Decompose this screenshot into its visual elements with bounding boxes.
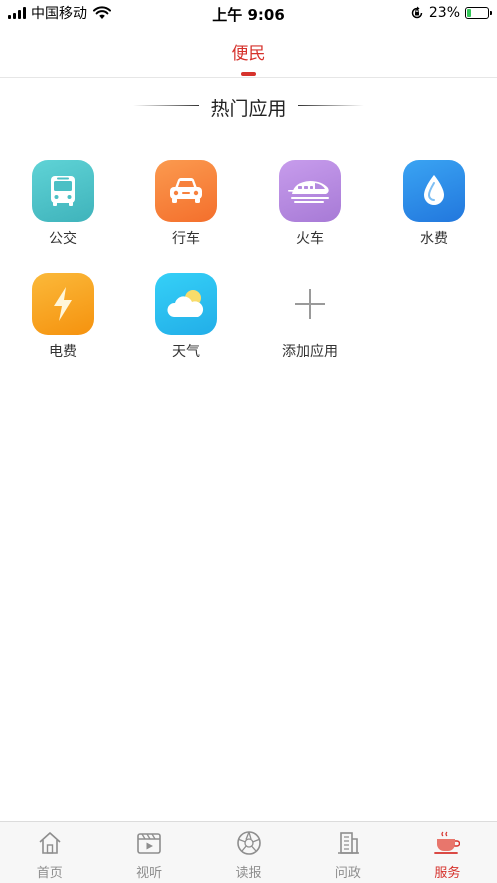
- nav-item-service[interactable]: 服务: [398, 822, 497, 883]
- section-title: 热门应用: [210, 98, 287, 120]
- nav-label: 读报: [235, 866, 262, 881]
- nav-item-politics[interactable]: 问政: [298, 822, 397, 883]
- app-train[interactable]: 火车: [265, 160, 355, 260]
- app-label: 天气: [172, 344, 200, 360]
- app-add[interactable]: 添加应用: [265, 273, 355, 373]
- tab-bianmin[interactable]: 便民: [0, 39, 497, 64]
- add-icon: [279, 273, 341, 335]
- nav-label: 首页: [36, 866, 63, 881]
- nav-item-video[interactable]: 视听: [99, 822, 198, 883]
- video-icon: [137, 833, 161, 854]
- nav-label: 问政: [334, 866, 361, 881]
- bus-icon: [32, 160, 94, 222]
- app-water[interactable]: 水费: [389, 160, 479, 260]
- nav-item-home[interactable]: 首页: [0, 822, 99, 883]
- nav-label: 视听: [136, 866, 163, 881]
- orientation-lock-icon: [411, 6, 423, 19]
- nav-label: 服务: [434, 866, 461, 881]
- app-label: 电费: [49, 344, 77, 360]
- nav-item-newspaper[interactable]: 读报: [199, 822, 298, 883]
- app-car[interactable]: 行车: [141, 160, 231, 260]
- home-icon: [39, 832, 61, 854]
- battery-icon: [465, 7, 492, 19]
- section-header: 热门应用: [0, 92, 497, 120]
- bottom-nav: 首页 视听 读报 问政 服务: [0, 821, 497, 883]
- weather-cloud-sun-icon: [155, 273, 217, 335]
- app-bus[interactable]: 公交: [18, 160, 108, 260]
- car-icon: [155, 160, 217, 222]
- app-label: 公交: [49, 231, 77, 247]
- top-tab-bar: 便民: [0, 26, 497, 78]
- app-label: 水费: [420, 231, 448, 247]
- tab-indicator: [241, 72, 256, 76]
- app-label: 行车: [172, 231, 200, 247]
- battery-percent: 23%: [428, 5, 460, 21]
- divider-right: [298, 105, 364, 106]
- cup-icon: [434, 831, 461, 854]
- app-label: 添加应用: [282, 344, 338, 360]
- app-electricity[interactable]: 电费: [18, 273, 108, 373]
- status-bar: 中国移动 上午 9:06 23%: [0, 0, 497, 26]
- battery-level: [467, 9, 471, 17]
- app-weather[interactable]: 天气: [141, 273, 231, 373]
- water-drop-icon: [403, 160, 465, 222]
- aperture-icon: [236, 831, 261, 855]
- train-icon: [279, 160, 341, 222]
- building-icon: [337, 832, 359, 854]
- status-right: 23%: [410, 4, 492, 22]
- lightning-icon: [32, 273, 94, 335]
- app-label: 火车: [296, 231, 324, 247]
